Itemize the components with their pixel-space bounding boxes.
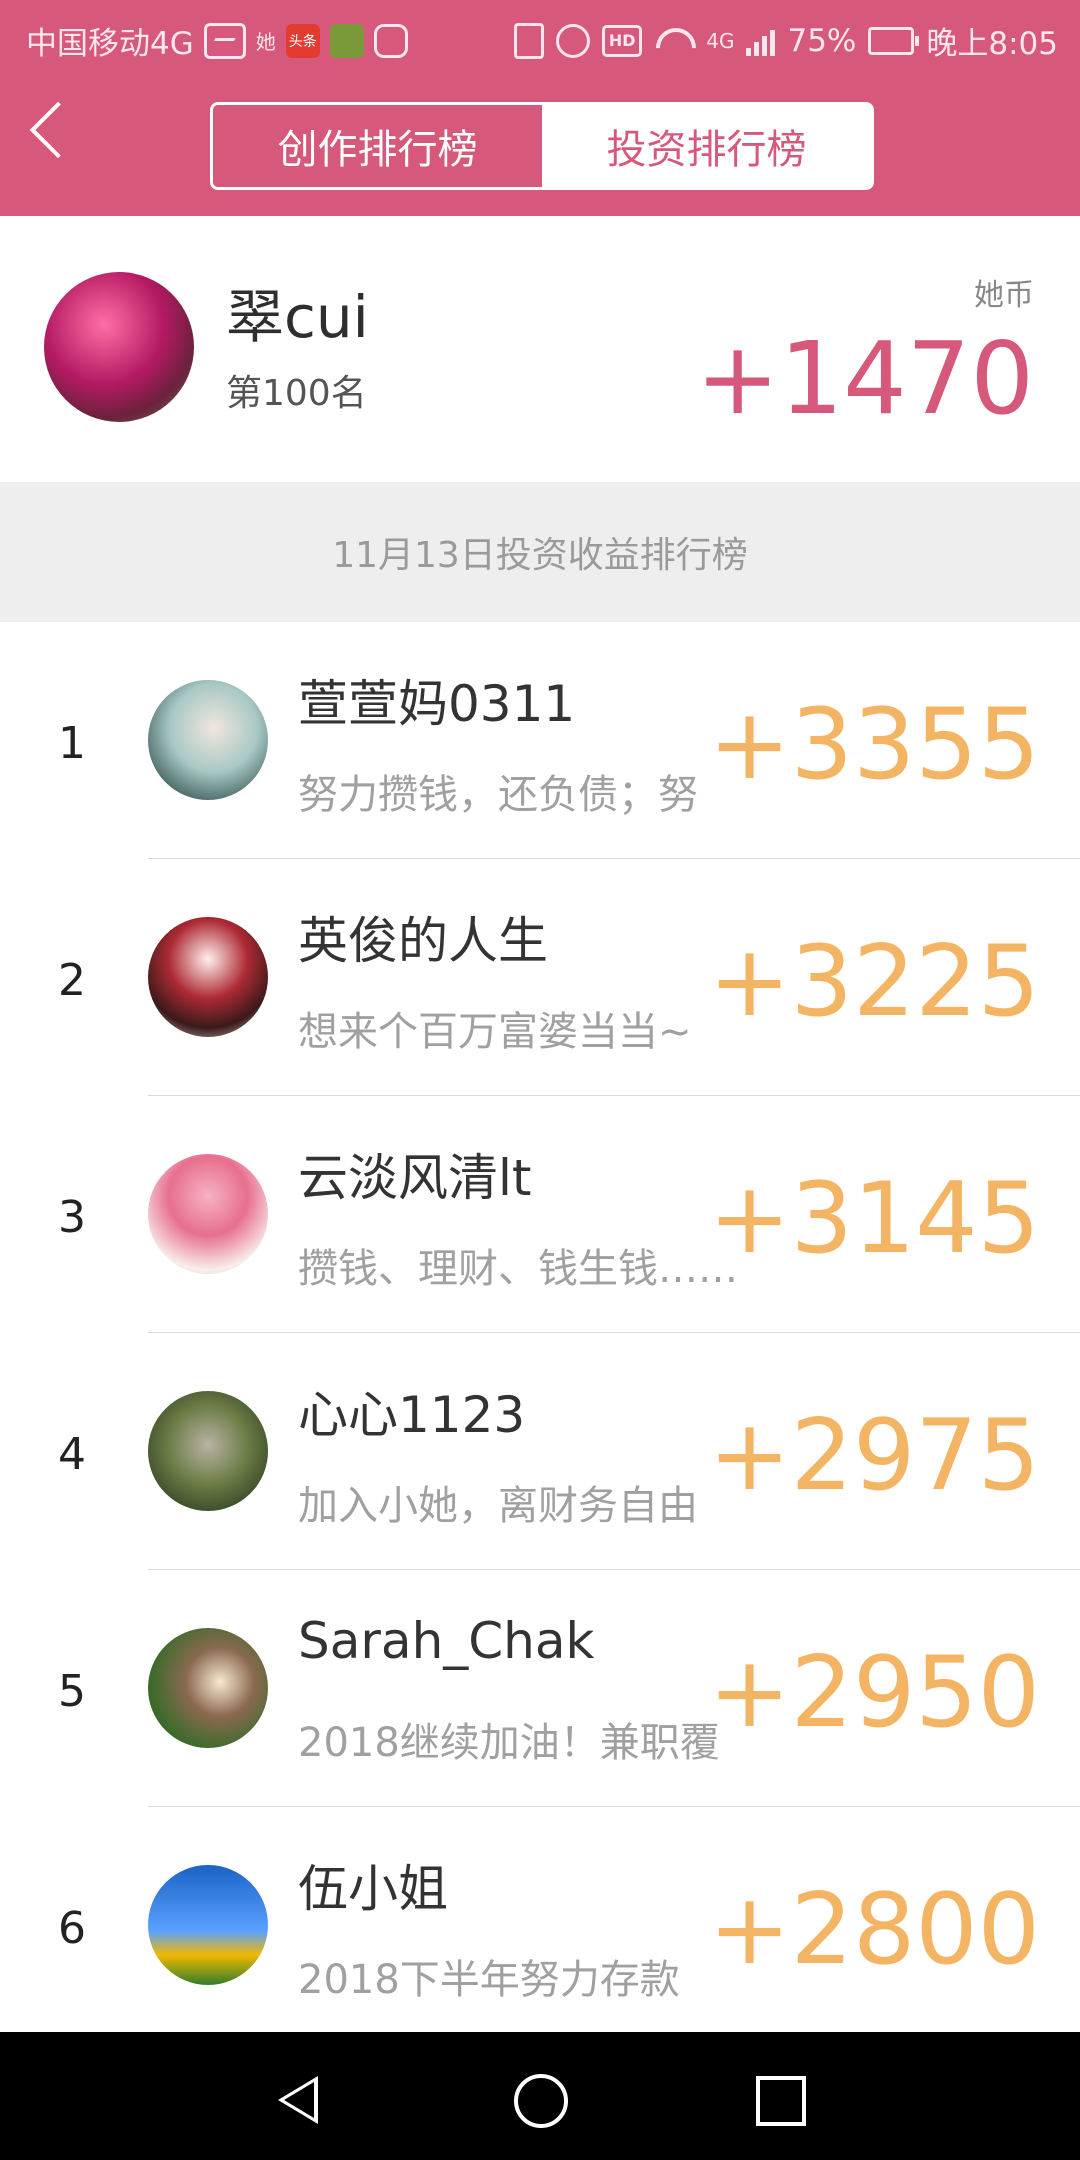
notification-app-icon xyxy=(373,23,408,58)
my-name: 翠cui xyxy=(226,283,369,351)
alarm-icon xyxy=(556,23,591,58)
home-circle-icon[interactable] xyxy=(514,2074,568,2128)
tab-creation-ranking[interactable]: 创作排行榜 xyxy=(213,105,542,187)
user-score: +2975 xyxy=(708,1399,1040,1513)
system-nav-bar xyxy=(0,2032,1080,2160)
user-avatar[interactable] xyxy=(148,1154,268,1274)
status-left: 中国移动4G 她 头条 xyxy=(26,18,408,63)
leaderboard-list: 1 萱萱妈0311 努力攒钱，还负债；努 +3355 2 英俊的人生 想来个百万… xyxy=(0,622,1080,2043)
leaderboard-row[interactable]: 2 英俊的人生 想来个百万富婆当当~ +3225 xyxy=(58,859,1080,1096)
user-avatar[interactable] xyxy=(148,1865,268,1985)
recent-apps-square-icon[interactable] xyxy=(756,2076,806,2126)
signal-icon xyxy=(746,26,776,56)
leaderboard-row[interactable]: 1 萱萱妈0311 努力攒钱，还负债；努 +3355 xyxy=(58,622,1080,859)
rank-number: 5 xyxy=(58,1666,86,1717)
rank-number: 1 xyxy=(58,718,86,769)
rank-number: 2 xyxy=(58,955,86,1006)
ranking-date-text: 11月13日投资收益排行榜 xyxy=(332,535,748,576)
wifi-icon xyxy=(654,26,694,56)
user-name: 萱萱妈0311 xyxy=(298,675,576,733)
user-avatar[interactable] xyxy=(148,680,268,800)
battery-percent-label: 75% xyxy=(787,22,857,59)
user-name: 英俊的人生 xyxy=(298,912,548,970)
leaderboard-row[interactable]: 3 云淡风清lt 攒钱、理财、钱生钱…… +3145 xyxy=(58,1096,1080,1333)
bank-app-icon xyxy=(329,23,364,58)
my-rank-card: 翠cui 第100名 她币 +1470 xyxy=(0,216,1080,482)
tab-investment-ranking[interactable]: 投资排行榜 xyxy=(542,105,871,187)
my-rank: 第100名 xyxy=(226,373,367,414)
status-bar: 中国移动4G 她 头条 HD 4G 75% 晚上8:05 xyxy=(0,0,1080,74)
app-indicator-label: 她 xyxy=(255,30,276,54)
user-avatar[interactable] xyxy=(148,1628,268,1748)
tab-label: 投资排行榜 xyxy=(606,127,807,173)
user-avatar[interactable] xyxy=(148,917,268,1037)
rank-number: 3 xyxy=(58,1192,86,1243)
my-avatar[interactable] xyxy=(44,272,194,422)
user-avatar[interactable] xyxy=(148,1391,268,1511)
vibrate-icon xyxy=(514,22,545,59)
clock-label: 晚上8:05 xyxy=(926,26,1058,62)
rank-number: 6 xyxy=(58,1903,86,1954)
network-type-label: 4G xyxy=(706,28,735,53)
leaderboard-row[interactable]: 6 伍小姐 2018下半年努力存款 +2800 xyxy=(58,1807,1080,2043)
user-score: +3225 xyxy=(708,925,1040,1039)
leaderboard-row[interactable]: 4 心心1123 加入小她，离财务自由 +2975 xyxy=(58,1333,1080,1570)
battery-icon xyxy=(868,26,920,55)
rank-number: 4 xyxy=(58,1429,86,1480)
tab-label: 创作排行榜 xyxy=(277,127,478,173)
toutiao-app-icon: 头条 xyxy=(285,23,320,58)
my-coin-value: +1470 xyxy=(695,320,1034,437)
user-score: +2950 xyxy=(708,1636,1040,1750)
user-name: 伍小姐 xyxy=(298,1860,448,1918)
status-right: HD 4G 75% 晚上8:05 xyxy=(514,18,1058,63)
user-score: +3355 xyxy=(708,688,1040,802)
app-header: 中国移动4G 她 头条 HD 4G 75% 晚上8:05 创作排行榜 投资排行榜 xyxy=(0,0,1080,216)
activity-icon xyxy=(203,22,246,59)
back-chevron-icon[interactable] xyxy=(29,101,87,159)
user-name: Sarah_Chak xyxy=(298,1612,595,1670)
user-score: +2800 xyxy=(708,1873,1040,1987)
hd-icon: HD xyxy=(602,24,643,57)
carrier-label: 中国移动4G xyxy=(26,26,194,62)
ranking-date-banner: 11月13日投资收益排行榜 xyxy=(0,482,1080,622)
user-name: 心心1123 xyxy=(298,1386,526,1444)
coin-unit-label: 她币 xyxy=(974,278,1034,313)
leaderboard-row[interactable]: 5 Sarah_Chak 2018继续加油！兼职覆 +2950 xyxy=(58,1570,1080,1807)
user-name: 云淡风清lt xyxy=(298,1149,532,1207)
back-triangle-icon[interactable] xyxy=(278,2076,318,2124)
user-score: +3145 xyxy=(708,1162,1040,1276)
ranking-tab-switcher: 创作排行榜 投资排行榜 xyxy=(210,102,874,190)
